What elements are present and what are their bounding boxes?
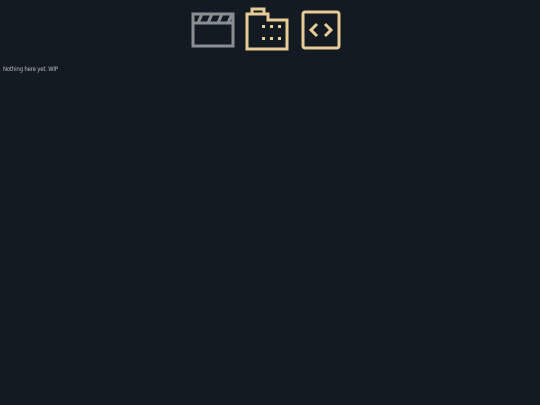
film-folder-button[interactable] — [244, 5, 290, 53]
app-window: Nothing here yet. WIP — [0, 0, 540, 405]
clapperboard-icon — [191, 12, 235, 48]
code-button[interactable] — [300, 9, 342, 51]
film-folder-icon — [245, 7, 289, 51]
clapperboard-button[interactable] — [190, 10, 236, 50]
empty-state-message: Nothing here yet. WIP — [3, 66, 58, 73]
top-nav-bar — [0, 0, 540, 56]
code-icon — [301, 10, 341, 50]
